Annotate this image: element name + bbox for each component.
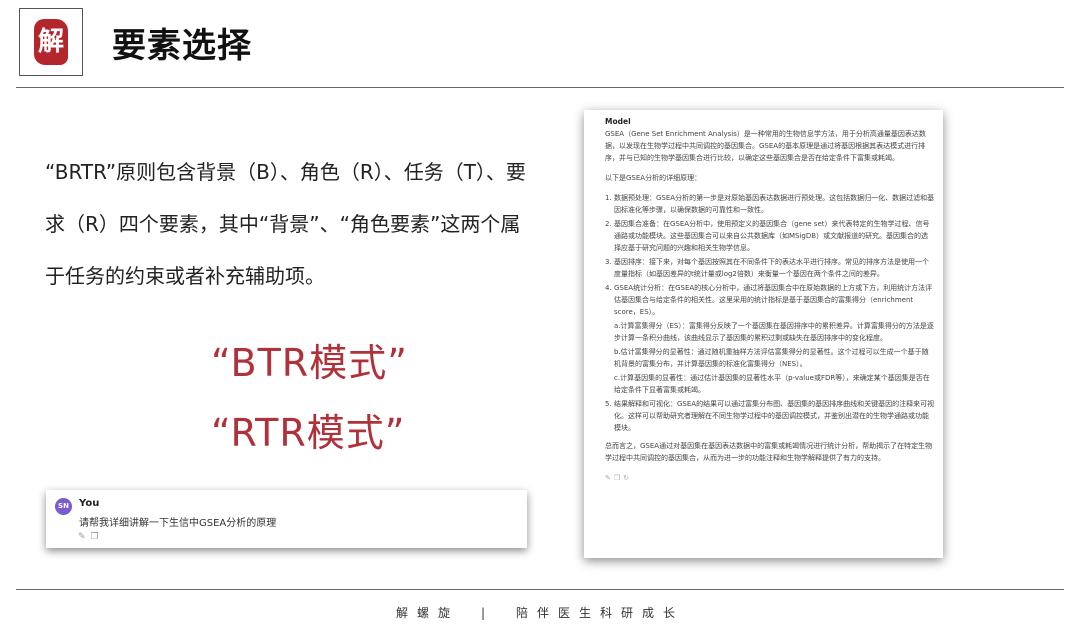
refresh-icon[interactable]: ↻: [623, 474, 629, 482]
edit-icon[interactable]: ✎: [605, 474, 611, 482]
copy-icon[interactable]: ❐: [91, 532, 99, 542]
logo-box: 解: [19, 8, 83, 76]
page-title: 要素选择: [112, 26, 252, 66]
avatar: SN: [55, 498, 72, 515]
sub-step-c: c.计算基因集的显著性：通过估计基因集的显著性水平（p-value或FDR等），…: [614, 374, 930, 394]
footer-separator: |: [480, 606, 495, 620]
intro-paragraph: “BRTR”原则包含背景（B）、角色（R）、任务（T）、要求（R）四个要素，其中…: [45, 160, 526, 288]
list-item: 2. 基因集合准备：在GSEA分析中，使用预定义的基因集合（gene set）来代…: [605, 220, 930, 252]
mode-rtr: “RTR模式”: [211, 411, 406, 455]
bottom-divider: [16, 589, 1064, 590]
speaker-name: You: [79, 498, 100, 509]
steps-list: 1. 数据预处理：GSEA分析的第一步是对原始基因表达数据进行预处理。这包括数据归…: [605, 192, 935, 434]
copy-icon[interactable]: ❐: [614, 474, 620, 482]
model-intro: GSEA（Gene Set Enrichment Analysis）是一种常用的…: [605, 130, 926, 162]
footer-brand: 解螺旋: [395, 606, 459, 620]
model-lead: 以下是GSEA分析的详细原理：: [605, 174, 702, 182]
top-divider: [16, 87, 1064, 88]
edit-icon[interactable]: ✎: [78, 532, 86, 542]
list-item: 1. 数据预处理：GSEA分析的第一步是对原始基因表达数据进行预处理。这包括数据归…: [605, 194, 935, 214]
sub-step-b: b.估计富集得分的显著性：通过随机重抽样方法评估富集得分的显著性。这个过程可以生…: [614, 348, 929, 368]
mode-btr: “BTR模式”: [211, 341, 408, 385]
model-response-card: Model GSEA（Gene Set Enrichment Analysis）…: [584, 110, 943, 558]
list-item: 5. 结果解释和可视化：GSEA的结果可以通过富集分布图、基因集的基因排序曲线和关…: [605, 400, 935, 432]
list-item: 3. 基因排序：接下来，对每个基因按照其在不同条件下的表达水平进行排序。常见的排序…: [605, 258, 929, 278]
model-conclusion: 总而言之，GSEA通过对基因集在基因表达数据中的富集或耗竭情况进行统计分析，帮助…: [605, 442, 933, 462]
sub-step-a: a.计算富集得分（ES）：富集得分反映了一个基因集在基因排序中的累积差异。计算富…: [614, 322, 934, 342]
model-label: Model: [605, 117, 631, 126]
user-question: 请帮我详细讲解一下生信中GSEA分析的原理: [79, 518, 277, 529]
user-message-card: SN You 请帮我详细讲解一下生信中GSEA分析的原理 ✎ ❐: [46, 490, 527, 548]
footer-slogan: 陪伴医生科研成长: [516, 606, 685, 620]
footer: 解螺旋 | 陪伴医生科研成长: [0, 604, 1080, 621]
list-item: 4. GSEA统计分析：在GSEA的核心分析中，通过将基因集合中在原始数据的上方或…: [605, 284, 933, 316]
seal-logo: 解: [34, 19, 68, 65]
